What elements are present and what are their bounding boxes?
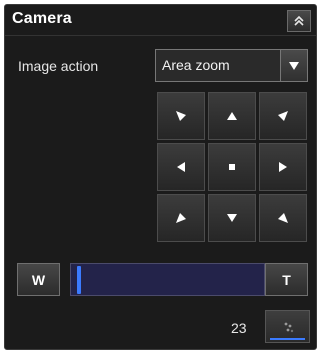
tilt-up-button[interactable] — [208, 92, 256, 140]
pan-right-button[interactable] — [259, 143, 307, 191]
stop-square-icon — [229, 164, 235, 170]
camera-panel: Camera Image action Area zoom W T 23 — [4, 4, 317, 350]
dropdown-arrow[interactable] — [280, 50, 307, 81]
zoom-tele-button[interactable]: T — [265, 263, 308, 296]
arrow-up-icon — [227, 112, 237, 120]
arrow-down-icon — [227, 214, 237, 222]
image-action-label: Image action — [18, 58, 99, 74]
zoom-control: W T — [17, 263, 308, 297]
header-divider — [5, 35, 316, 36]
preset-position-icon — [284, 322, 293, 332]
pan-left-button[interactable] — [157, 143, 205, 191]
zoom-value: 23 — [231, 320, 247, 336]
double-chevron-up-icon — [294, 15, 304, 26]
pan-down-left-button[interactable] — [157, 194, 205, 242]
preset-button[interactable] — [265, 310, 310, 343]
triangle-down-icon — [289, 61, 299, 70]
preset-active-indicator — [270, 338, 305, 340]
tilt-down-button[interactable] — [208, 194, 256, 242]
arrow-down-left-icon — [176, 213, 186, 223]
pan-up-left-button[interactable] — [157, 92, 205, 140]
panel-header: Camera — [5, 5, 316, 35]
pan-tilt-pad — [157, 92, 307, 242]
pan-up-right-button[interactable] — [259, 92, 307, 140]
panel-title: Camera — [12, 10, 72, 27]
arrow-up-left-icon — [176, 111, 186, 121]
arrow-left-icon — [177, 162, 185, 172]
zoom-slider-thumb[interactable] — [76, 266, 81, 294]
arrow-right-icon — [279, 162, 287, 172]
home-button[interactable] — [208, 143, 256, 191]
arrow-up-right-icon — [278, 111, 288, 121]
collapse-button[interactable] — [287, 10, 311, 32]
image-action-value: Area zoom — [162, 57, 230, 73]
zoom-slider[interactable] — [70, 263, 265, 296]
arrow-down-right-icon — [278, 213, 288, 223]
image-action-select[interactable]: Area zoom — [155, 49, 308, 82]
pan-down-right-button[interactable] — [259, 194, 307, 242]
zoom-wide-button[interactable]: W — [17, 263, 60, 296]
